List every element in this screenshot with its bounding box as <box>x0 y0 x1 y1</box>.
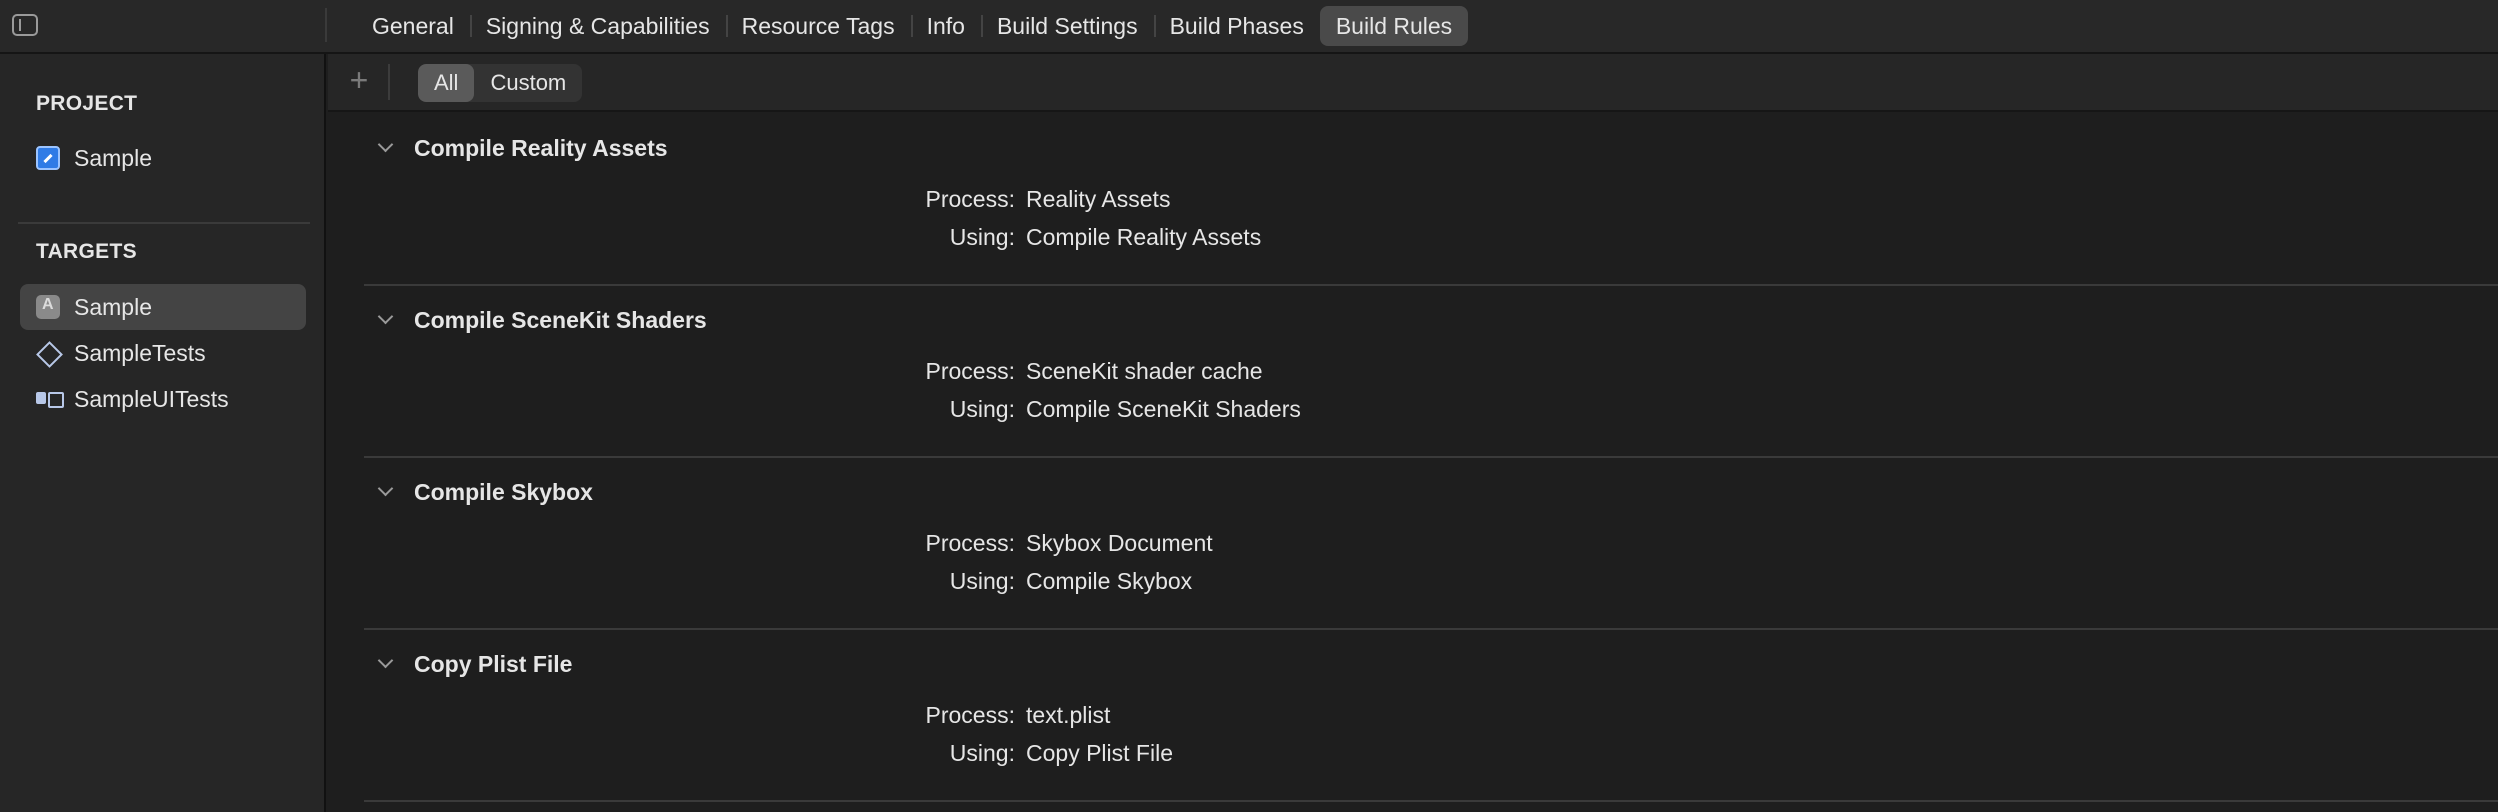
rule-title: Copy Plist File <box>414 650 573 677</box>
sidebar-toggle-icon[interactable] <box>12 14 38 36</box>
process-value: Reality Assets <box>1026 186 1171 212</box>
rule-process-row: Process: Skybox Document <box>364 530 1564 564</box>
tab-build-phases[interactable]: Build Phases <box>1153 6 1320 46</box>
process-value: SceneKit shader cache <box>1026 358 1263 384</box>
using-value: Compile Reality Assets <box>1026 224 1262 250</box>
tab-build-settings[interactable]: Build Settings <box>980 6 1154 46</box>
sidebar-item-label: SampleTests <box>74 339 206 366</box>
chevron-down-icon[interactable] <box>378 485 392 499</box>
rule-process-row: Process: SceneKit shader cache <box>364 358 1564 392</box>
rule-title: Compile Reality Assets <box>414 134 668 161</box>
targets-section-title: TARGETS <box>36 240 137 263</box>
add-rule-button[interactable]: + <box>344 64 374 96</box>
tab-info[interactable]: Info <box>910 6 981 46</box>
rule-header[interactable]: Compile SceneKit Shaders <box>364 300 707 340</box>
sidebar-divider <box>18 222 310 224</box>
chevron-down-icon[interactable] <box>378 313 392 327</box>
using-label: Using: <box>949 568 1015 594</box>
filter-segmented-control: All Custom <box>418 64 583 102</box>
ui-test-target-icon <box>36 387 64 411</box>
filter-custom-button[interactable]: Custom <box>474 64 582 102</box>
tab-signing-capabilities[interactable]: Signing & Capabilities <box>469 6 726 46</box>
build-rule: Compile SceneKit Shaders Process: SceneK… <box>364 286 2498 458</box>
sidebar-item-label: Sample <box>74 293 152 320</box>
using-value: Copy Plist File <box>1026 740 1173 766</box>
tab-build-rules[interactable]: Build Rules <box>1319 6 1469 46</box>
process-value: Skybox Document <box>1026 530 1213 556</box>
sidebar-item-project-sample[interactable]: Sample <box>20 135 306 181</box>
settings-tabs: General Signing & Capabilities Resource … <box>356 6 1469 46</box>
rule-process-row: Process: text.plist <box>364 702 1564 736</box>
using-value: Compile SceneKit Shaders <box>1026 396 1301 422</box>
build-rule: Copy Plist File Process: text.plist Usin… <box>364 630 2498 802</box>
sidebar-item-target-sample[interactable]: Sample <box>20 284 306 330</box>
rule-title: Compile Skybox <box>414 478 593 505</box>
sidebar-item-target-sampleuitests[interactable]: SampleUITests <box>20 376 306 422</box>
filter-bar: + All Custom <box>328 54 2498 112</box>
filter-divider <box>388 64 390 100</box>
build-rule: Compile Skybox Process: Skybox Document … <box>364 458 2498 630</box>
process-label: Process: <box>925 358 1015 384</box>
project-navigator-sidebar: PROJECT Sample TARGETS Sample SampleTest… <box>0 54 326 812</box>
topbar-divider <box>325 8 327 42</box>
editor-tab-bar: General Signing & Capabilities Resource … <box>0 0 2498 54</box>
rule-using-row: Using: Compile SceneKit Shaders <box>364 396 1564 430</box>
build-rules-editor: + All Custom Compile Reality Assets Proc… <box>328 54 2498 812</box>
rule-header[interactable]: Copy Plist File <box>364 644 572 684</box>
rule-process-row: Process: Reality Assets <box>364 186 1564 220</box>
sidebar-item-label: Sample <box>74 144 152 171</box>
using-label: Using: <box>949 224 1015 250</box>
chevron-down-icon[interactable] <box>378 141 392 155</box>
rule-title: Compile SceneKit Shaders <box>414 306 707 333</box>
rule-header[interactable]: Compile Reality Assets <box>364 128 668 168</box>
rule-using-row: Using: Compile Reality Assets <box>364 224 1564 258</box>
app-target-icon <box>36 295 60 319</box>
chevron-down-icon[interactable] <box>378 657 392 671</box>
build-rule: Compile Reality Assets Process: Reality … <box>364 114 2498 286</box>
filter-all-button[interactable]: All <box>418 64 475 102</box>
process-label: Process: <box>925 702 1015 728</box>
rule-header[interactable]: Compile Skybox <box>364 472 593 512</box>
rule-using-row: Using: Compile Skybox <box>364 568 1564 602</box>
rule-using-row: Using: Copy Plist File <box>364 740 1564 774</box>
using-label: Using: <box>949 740 1015 766</box>
sidebar-item-target-sampletests[interactable]: SampleTests <box>20 330 306 376</box>
tab-general[interactable]: General <box>356 6 470 46</box>
process-label: Process: <box>925 186 1015 212</box>
using-value: Compile Skybox <box>1026 568 1193 594</box>
process-label: Process: <box>925 530 1015 556</box>
project-icon <box>36 146 60 170</box>
sidebar-item-label: SampleUITests <box>74 385 229 412</box>
unit-test-target-icon <box>36 341 60 365</box>
process-value: text.plist <box>1026 702 1111 728</box>
project-section-title: PROJECT <box>36 92 138 115</box>
using-label: Using: <box>949 396 1015 422</box>
tab-resource-tags[interactable]: Resource Tags <box>725 6 911 46</box>
